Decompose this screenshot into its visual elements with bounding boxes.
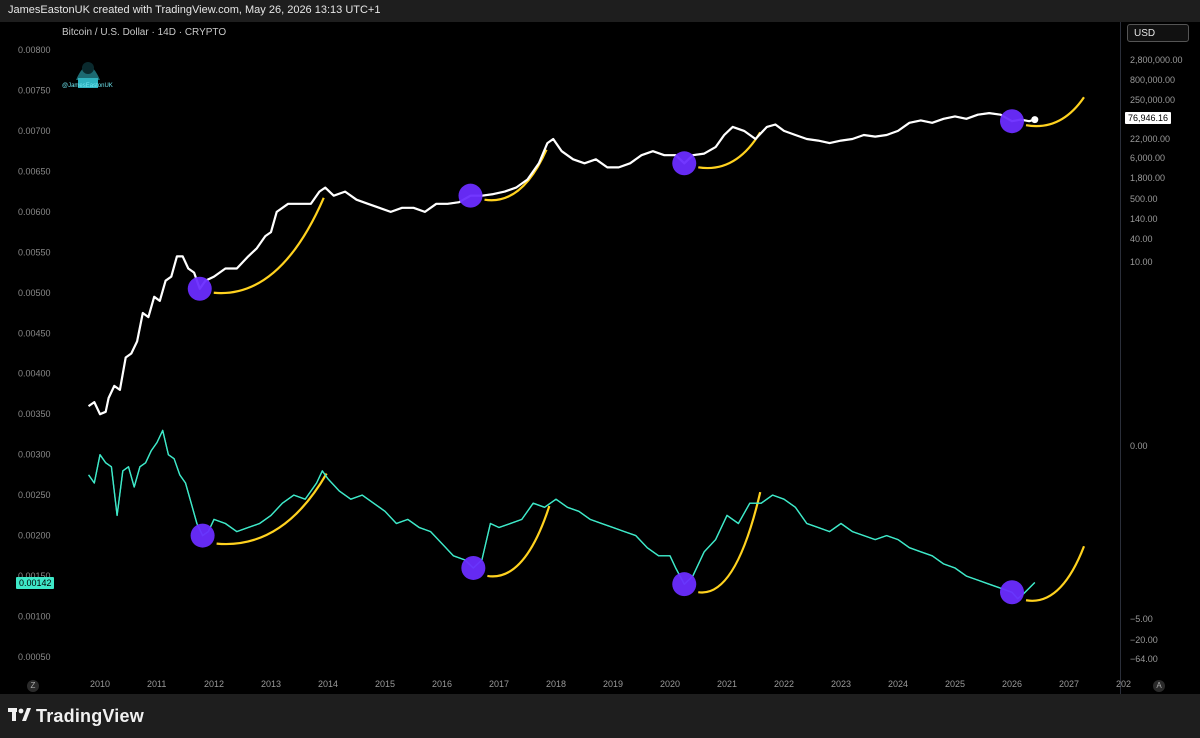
right-axis-tick: −64.00 bbox=[1130, 654, 1158, 664]
series-lines bbox=[87, 112, 1039, 600]
oscillator-cycle-marker bbox=[1000, 580, 1024, 605]
price-projection-arc bbox=[484, 149, 548, 202]
oscillator-projection-arc bbox=[487, 505, 551, 578]
time-axis-tick: 2022 bbox=[774, 679, 794, 689]
left-axis-tick: 0.00400 bbox=[18, 369, 51, 379]
right-axis-tick: −5.00 bbox=[1130, 614, 1153, 624]
time-axis-tick: 2027 bbox=[1059, 679, 1079, 689]
price-projection-arc bbox=[213, 197, 325, 295]
chart-svg[interactable]: 0.008000.007500.007000.006500.006000.005… bbox=[0, 0, 1200, 738]
right-axis-tick: 1,800.00 bbox=[1130, 173, 1165, 183]
time-axis-tick: 2017 bbox=[489, 679, 509, 689]
right-axis-tick: 22,000.00 bbox=[1130, 134, 1170, 144]
price-cycle-marker bbox=[672, 151, 697, 176]
tradingview-brand: TradingView bbox=[36, 706, 144, 726]
time-axis-tick: 2024 bbox=[888, 679, 908, 689]
author-handle: @JamesEastonUK bbox=[62, 83, 113, 89]
left-axis-tick: 0.00300 bbox=[18, 450, 51, 460]
left-axis: 0.00800 0.00750 0.00700 0.00650 0.00600 0.005… bbox=[18, 45, 51, 662]
time-axis-tick: 2010 bbox=[90, 679, 110, 689]
zoom-scale-button[interactable]: Z bbox=[27, 680, 39, 692]
time-axis-tick: 2012 bbox=[204, 679, 224, 689]
left-axis-tick: 0.00750 bbox=[18, 85, 51, 95]
oscillator-line-overlay bbox=[88, 429, 1036, 600]
oscillator-line bbox=[88, 429, 1036, 600]
left-axis-tick: 0.00050 bbox=[18, 652, 51, 662]
oscillator-projection-arc bbox=[698, 491, 762, 594]
left-axis-tick: 0.00250 bbox=[18, 490, 51, 500]
time-axis-tick: 2019 bbox=[603, 679, 623, 689]
tradingview-logo-icon bbox=[8, 708, 31, 721]
time-axis-tick: 2016 bbox=[432, 679, 452, 689]
right-axis: 2,800,000.00 800,000.00 250,000.00 22,000.0… bbox=[1130, 55, 1183, 664]
oscillator-cycle-marker bbox=[190, 523, 215, 548]
right-axis-tick: 10.00 bbox=[1130, 257, 1153, 267]
right-axis-tick: 40.00 bbox=[1130, 234, 1153, 244]
price-cycle-marker bbox=[1000, 109, 1024, 134]
right-axis-tick: 2,800,000.00 bbox=[1130, 55, 1183, 65]
time-axis-tick: 2023 bbox=[831, 679, 851, 689]
footer-bar: TradingView bbox=[0, 694, 1200, 738]
left-axis-tick: 0.00100 bbox=[18, 612, 51, 622]
price-line-overlay bbox=[88, 112, 1036, 415]
right-axis-tick: 250,000.00 bbox=[1130, 95, 1175, 105]
cycle-markers bbox=[187, 109, 1024, 605]
left-axis-tick: 0.00200 bbox=[18, 531, 51, 541]
left-axis-tick: 0.00450 bbox=[18, 328, 51, 338]
left-axis-tick: 0.00550 bbox=[18, 247, 51, 257]
time-axis-tick: 202 bbox=[1116, 679, 1131, 689]
left-axis-tick: 0.00350 bbox=[18, 409, 51, 419]
currency-button[interactable]: USD bbox=[1127, 24, 1189, 42]
price-line bbox=[87, 112, 1036, 416]
last-price-label: 76,946.16 bbox=[1128, 113, 1168, 123]
oscillator-cycle-marker bbox=[461, 555, 486, 580]
oscillator-projection-arc bbox=[216, 473, 328, 546]
symbol-legend[interactable]: Bitcoin / U.S. Dollar · 14D · CRYPTO bbox=[62, 27, 226, 38]
price-projection-arc bbox=[698, 131, 762, 170]
time-axis-tick: 2020 bbox=[660, 679, 680, 689]
price-cycle-marker bbox=[187, 276, 212, 301]
price-cycle-marker bbox=[458, 183, 483, 208]
time-axis-tick: 2011 bbox=[147, 679, 166, 689]
value-labels: 76,946.16 0.00142 bbox=[16, 112, 1171, 589]
oscillator-projection-arc bbox=[1025, 545, 1086, 602]
time-axis-tick: 2014 bbox=[318, 679, 338, 689]
time-axis-tick: 2013 bbox=[261, 679, 281, 689]
right-axis-tick: 140.00 bbox=[1130, 214, 1158, 224]
time-axis: 2010 2011 2012 2013 2014 2015 2016 2017 2018 2019… bbox=[90, 679, 1131, 689]
left-axis-tick: 0.00800 bbox=[18, 45, 51, 55]
time-axis-tick: 2025 bbox=[945, 679, 965, 689]
time-axis-tick: 2015 bbox=[375, 679, 395, 689]
right-axis-tick: 6,000.00 bbox=[1130, 153, 1165, 163]
right-axis-tick: 0.00 bbox=[1130, 441, 1148, 451]
right-axis-tick: −20.00 bbox=[1130, 635, 1158, 645]
author-watermark: @JamesEastonUK bbox=[62, 50, 114, 94]
left-axis-tick: 0.00600 bbox=[18, 207, 51, 217]
time-axis-tick: 2026 bbox=[1002, 679, 1022, 689]
right-axis-tick: 800,000.00 bbox=[1130, 75, 1175, 85]
oscillator-value-label: 0.00142 bbox=[19, 578, 52, 588]
auto-scale-button[interactable]: A bbox=[1153, 680, 1165, 692]
time-axis-tick: 2018 bbox=[546, 679, 566, 689]
left-axis-tick: 0.00700 bbox=[18, 126, 51, 136]
oscillator-cycle-marker bbox=[672, 572, 697, 597]
time-axis-tick: 2021 bbox=[717, 679, 737, 689]
left-axis-tick: 0.00500 bbox=[18, 288, 51, 298]
left-axis-tick: 0.00650 bbox=[18, 166, 51, 176]
projection-arcs bbox=[213, 96, 1086, 602]
right-axis-tick: 500.00 bbox=[1130, 194, 1158, 204]
